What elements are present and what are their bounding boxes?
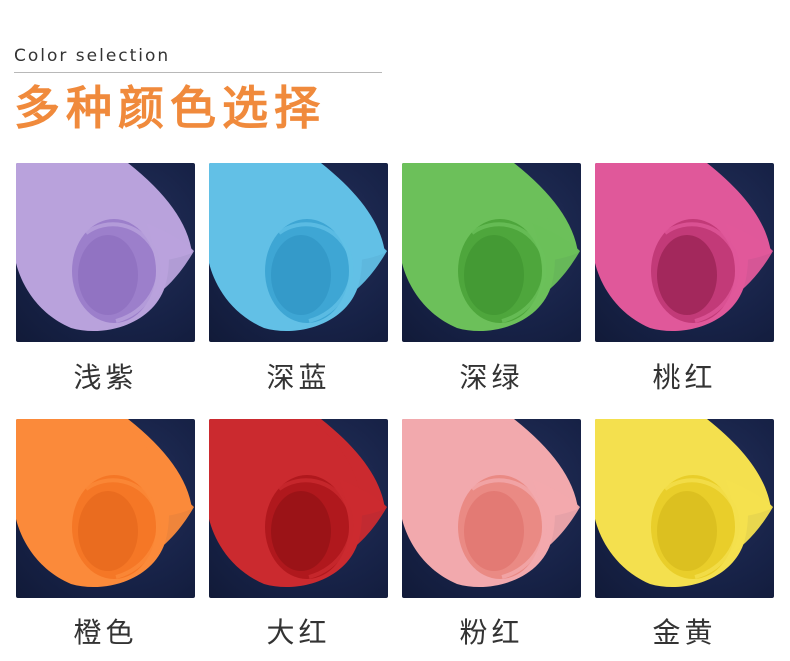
paper-roll-shadow bbox=[657, 491, 717, 571]
swatch-label-golden-yellow: 金黄 bbox=[652, 616, 717, 649]
rolled-paper-illustration bbox=[209, 419, 387, 587]
paper-roll-shadow bbox=[271, 491, 331, 571]
swatch-image-dark-blue[interactable] bbox=[209, 163, 388, 342]
paper-roll-shadow bbox=[271, 235, 331, 315]
rolled-paper-illustration bbox=[209, 163, 387, 331]
swatch-image-dark-green[interactable] bbox=[402, 163, 581, 342]
swatch-image-pink[interactable] bbox=[402, 419, 581, 598]
swatch-label-bright-red: 大红 bbox=[266, 616, 331, 649]
swatch-label-dark-blue: 深蓝 bbox=[266, 361, 331, 394]
paper-roll-shadow bbox=[464, 491, 524, 571]
swatch-label-light-purple: 浅紫 bbox=[73, 361, 138, 394]
rolled-paper-illustration bbox=[402, 419, 580, 587]
swatch-label-peach-red: 桃红 bbox=[652, 361, 717, 394]
swatch-image-light-purple[interactable] bbox=[16, 163, 195, 342]
rolled-paper-illustration bbox=[595, 419, 773, 587]
rolled-paper-illustration bbox=[16, 163, 194, 331]
paper-roll-shadow bbox=[657, 235, 717, 315]
swatch-label-orange: 橙色 bbox=[73, 616, 138, 649]
swatch-label-dark-green: 深绿 bbox=[459, 361, 524, 394]
swatch-image-orange[interactable] bbox=[16, 419, 195, 598]
rolled-paper-illustration bbox=[16, 419, 194, 587]
swatch-image-bright-red[interactable] bbox=[209, 419, 388, 598]
rolled-paper-illustration bbox=[402, 163, 580, 331]
swatch-image-peach-red[interactable] bbox=[595, 163, 774, 342]
swatch-image-golden-yellow[interactable] bbox=[595, 419, 774, 598]
paper-roll-shadow bbox=[464, 235, 524, 315]
swatch-label-pink: 粉红 bbox=[459, 616, 524, 649]
swatch-grid: 浅紫 深蓝 深绿 桃红 橙色 大红 粉红 金黄 bbox=[0, 0, 790, 661]
paper-roll-shadow bbox=[78, 491, 138, 571]
paper-roll-shadow bbox=[78, 235, 138, 315]
rolled-paper-illustration bbox=[595, 163, 773, 331]
